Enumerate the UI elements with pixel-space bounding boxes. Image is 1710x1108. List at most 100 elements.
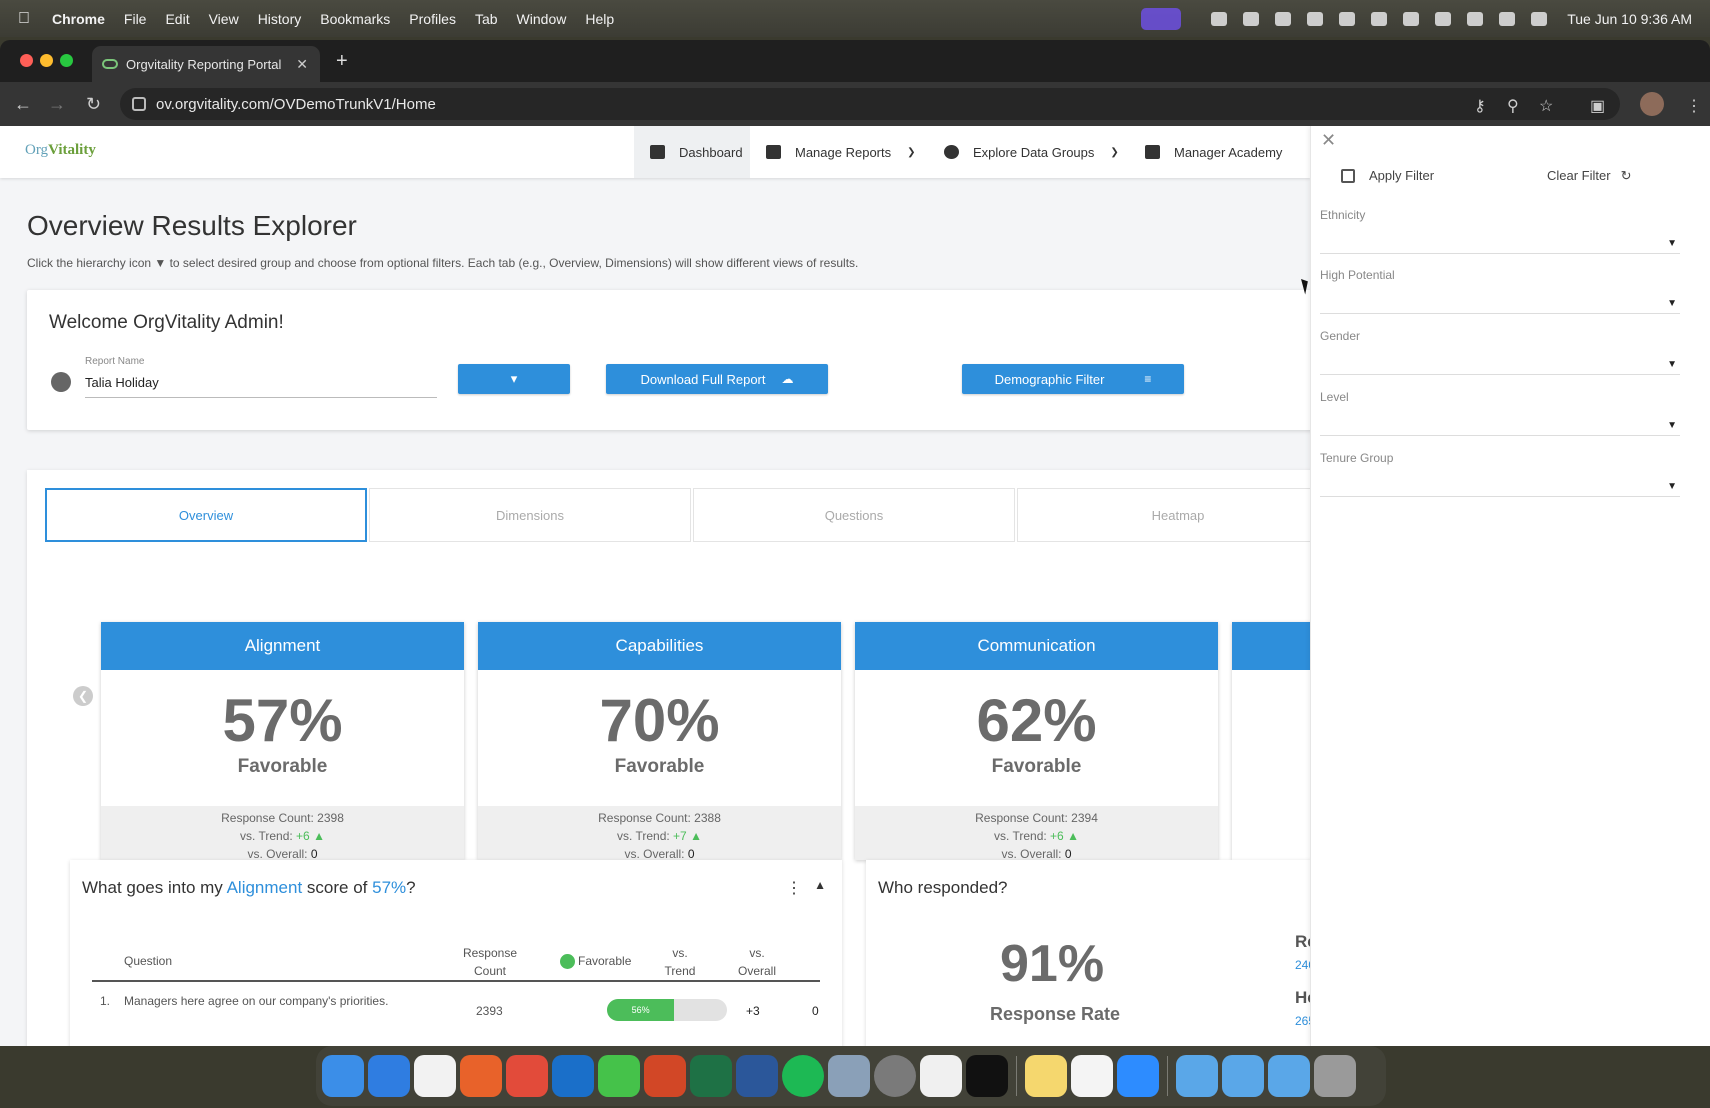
filter-select[interactable] xyxy=(1320,284,1680,314)
dropdown-arrow-icon[interactable]: ▼ xyxy=(1667,298,1677,309)
demographic-filter-button[interactable]: Demographic Filter ≡ xyxy=(962,364,1184,394)
app-store-icon[interactable] xyxy=(368,1055,410,1097)
address-bar[interactable]: ov.orgvitality.com/OVDemoTrunkV1/Home xyxy=(120,88,1620,120)
outlook-icon[interactable] xyxy=(552,1055,594,1097)
dropbox-icon[interactable] xyxy=(1211,11,1228,26)
chrome-menu-icon[interactable]: ⋮ xyxy=(1686,96,1702,116)
menu-tab[interactable]: Tab xyxy=(475,11,498,27)
back-icon[interactable]: ← xyxy=(14,94,32,115)
reload-icon[interactable]: ↻ xyxy=(86,94,101,115)
control-center-icon[interactable] xyxy=(1499,11,1516,26)
spotlight-icon[interactable] xyxy=(1467,11,1484,26)
menu-file[interactable]: File xyxy=(124,11,147,27)
terminal-icon[interactable] xyxy=(966,1055,1008,1097)
cast-icon[interactable]: ▣ xyxy=(1590,96,1605,116)
dropdown-arrow-icon[interactable]: ▼ xyxy=(1667,238,1677,249)
dropdown-arrow-icon[interactable]: ▼ xyxy=(1667,420,1677,431)
site-info-icon[interactable] xyxy=(132,97,146,111)
menu-window[interactable]: Window xyxy=(517,11,567,27)
nav-manager-academy[interactable]: Manager Academy xyxy=(1145,126,1282,178)
more-options-icon[interactable]: ⋮ xyxy=(786,878,802,898)
screen-share-icon[interactable] xyxy=(1141,7,1182,30)
menu-app-name[interactable]: Chrome xyxy=(52,11,105,27)
finder-icon[interactable] xyxy=(322,1055,364,1097)
cloud-icon[interactable] xyxy=(1307,11,1324,26)
menu-help[interactable]: Help xyxy=(585,11,614,27)
minimize-window-icon[interactable] xyxy=(40,54,53,67)
carousel-prev-icon[interactable]: ❮ xyxy=(73,686,93,706)
download-full-report-button[interactable]: Download Full Report ☁ xyxy=(606,364,828,394)
close-window-icon[interactable] xyxy=(20,54,33,67)
profile-avatar[interactable] xyxy=(1640,92,1664,116)
tab-dimensions[interactable]: Dimensions xyxy=(369,488,691,542)
dimension-link[interactable]: Alignment xyxy=(227,878,303,897)
score-card-communication[interactable]: Communication 62% Favorable Response Cou… xyxy=(855,622,1218,861)
score-card-capabilities[interactable]: Capabilities 70% Favorable Response Coun… xyxy=(478,622,841,861)
dropdown-arrow-icon[interactable]: ▼ xyxy=(1667,359,1677,370)
close-panel-icon[interactable]: ✕ xyxy=(1321,130,1336,151)
notes-icon[interactable] xyxy=(1025,1055,1067,1097)
clear-filter-button[interactable]: Clear Filter ↻ xyxy=(1547,168,1631,184)
orgvitality-logo[interactable]: OrgVitality xyxy=(25,142,96,159)
apply-filter-button[interactable]: Apply Filter xyxy=(1341,168,1434,183)
folder-icon[interactable] xyxy=(1222,1055,1264,1097)
report-name-input[interactable] xyxy=(85,368,437,398)
tab-questions[interactable]: Questions xyxy=(693,488,1015,542)
filter-ethnicity[interactable]: Ethnicity ▼ xyxy=(1320,208,1710,264)
maximize-window-icon[interactable] xyxy=(60,54,73,67)
close-tab-icon[interactable]: ✕ xyxy=(296,56,308,73)
menu-bookmarks[interactable]: Bookmarks xyxy=(320,11,390,27)
tab-overview[interactable]: Overview xyxy=(45,488,367,542)
firefox-icon[interactable] xyxy=(460,1055,502,1097)
slack-icon[interactable] xyxy=(1071,1055,1113,1097)
siri-icon[interactable] xyxy=(1531,11,1548,26)
filter-select[interactable] xyxy=(1320,224,1680,254)
calendar-icon[interactable] xyxy=(414,1055,456,1097)
spotify-icon[interactable] xyxy=(782,1055,824,1097)
zoom-icon[interactable] xyxy=(1117,1055,1159,1097)
menu-profiles[interactable]: Profiles xyxy=(409,11,456,27)
chevron-up-icon[interactable]: ▲ xyxy=(814,878,826,892)
trash-icon[interactable] xyxy=(1314,1055,1356,1097)
play-icon[interactable] xyxy=(1339,11,1356,26)
dropdown-arrow-icon[interactable]: ▼ xyxy=(1667,481,1677,492)
new-tab-icon[interactable]: + xyxy=(336,50,348,73)
menubar-clock[interactable]: Tue Jun 10 9:36 AM xyxy=(1567,11,1692,27)
folder-icon[interactable] xyxy=(1268,1055,1310,1097)
filter-select[interactable] xyxy=(1320,406,1680,436)
filter-select[interactable] xyxy=(1320,467,1680,497)
chrome-icon[interactable] xyxy=(506,1055,548,1097)
nav-explore-data-groups[interactable]: Explore Data Groups ❯ xyxy=(944,126,1119,178)
score-card-alignment[interactable]: Alignment 57% Favorable Response Count: … xyxy=(101,622,464,861)
tab-heatmap[interactable]: Heatmap xyxy=(1017,488,1339,542)
filter-tenure-group[interactable]: Tenure Group ▼ xyxy=(1320,451,1710,507)
excel-icon[interactable] xyxy=(690,1055,732,1097)
nav-manage-reports[interactable]: Manage Reports ❯ xyxy=(766,126,916,178)
vpn-icon[interactable] xyxy=(1243,11,1260,26)
nav-dashboard[interactable]: Dashboard xyxy=(634,126,750,178)
menu-edit[interactable]: Edit xyxy=(165,11,189,27)
messages-icon[interactable] xyxy=(598,1055,640,1097)
hierarchy-dropdown-button[interactable]: ▾ xyxy=(458,364,570,394)
score-link[interactable]: 57% xyxy=(372,878,406,897)
preview-icon[interactable] xyxy=(828,1055,870,1097)
powerpoint-icon[interactable] xyxy=(644,1055,686,1097)
word-icon[interactable] xyxy=(736,1055,778,1097)
forward-icon[interactable]: → xyxy=(48,94,66,115)
wifi-icon[interactable] xyxy=(1435,11,1452,26)
system-settings-icon[interactable] xyxy=(874,1055,916,1097)
battery-icon[interactable] xyxy=(1403,11,1420,26)
filter-level[interactable]: Level ▼ xyxy=(1320,390,1710,446)
password-key-icon[interactable]: ⚷ xyxy=(1474,96,1486,116)
filter-high-potential[interactable]: High Potential ▼ xyxy=(1320,268,1710,324)
moon-icon[interactable] xyxy=(1371,11,1388,26)
browser-tab[interactable]: Orgvitality Reporting Portal ✕ xyxy=(92,46,320,82)
menu-history[interactable]: History xyxy=(258,11,302,27)
zoom-icon[interactable]: ⚲ xyxy=(1507,96,1519,116)
filter-gender[interactable]: Gender ▼ xyxy=(1320,329,1710,385)
apple-menu-icon[interactable]:  xyxy=(18,10,36,28)
filter-select[interactable] xyxy=(1320,345,1680,375)
freeform-icon[interactable] xyxy=(920,1055,962,1097)
downloads-folder-icon[interactable] xyxy=(1176,1055,1218,1097)
menu-view[interactable]: View xyxy=(209,11,239,27)
